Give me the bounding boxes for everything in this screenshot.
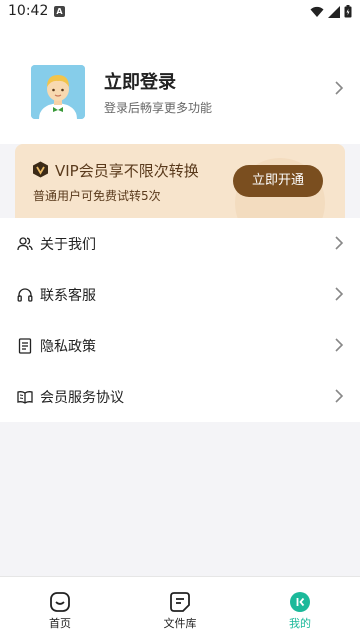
login-title[interactable]: 立即登录 [104, 68, 176, 94]
chevron-right-icon [335, 338, 344, 352]
chevron-right-icon [335, 389, 344, 403]
status-icons [310, 5, 352, 18]
menu-list: 关于我们 联系客服 隐私政策 会员服务协议 [0, 218, 360, 422]
vip-crown-icon [33, 161, 48, 178]
vip-banner-wrap: VIP会员享不限次转换 普通用户可免费试转5次 立即开通 [0, 144, 360, 220]
vip-subtitle: 普通用户可免费试转5次 [33, 189, 161, 203]
login-subtitle: 登录后畅享更多功能 [104, 101, 213, 115]
battery-icon [344, 5, 352, 18]
signal-icon [328, 5, 340, 18]
chevron-right-icon [335, 287, 344, 301]
menu-item-label: 关于我们 [40, 237, 96, 253]
menu-item-label: 联系客服 [40, 288, 96, 304]
nav-label: 我的 [289, 617, 311, 630]
bottom-nav: 首页 文件库 我的 [0, 576, 360, 640]
nav-label: 首页 [49, 617, 71, 630]
vip-banner[interactable]: VIP会员享不限次转换 普通用户可免费试转5次 立即开通 [15, 144, 345, 218]
profile-header[interactable]: 立即登录 登录后畅享更多功能 [0, 24, 360, 144]
file-library-icon [170, 592, 190, 612]
headset-icon [17, 288, 33, 302]
menu-item-contact-support[interactable]: 联系客服 [0, 269, 360, 320]
vip-title: VIP会员享不限次转换 [55, 162, 199, 180]
home-icon [50, 592, 70, 612]
menu-item-privacy-policy[interactable]: 隐私政策 [0, 320, 360, 371]
avatar[interactable] [31, 65, 85, 119]
notification-icon: A [54, 6, 65, 17]
user-group-icon [17, 237, 33, 251]
status-bar: 10:42 A [0, 0, 360, 24]
menu-item-about-us[interactable]: 关于我们 [0, 218, 360, 269]
wifi-icon [310, 6, 324, 17]
status-time: 10:42 [8, 3, 49, 19]
nav-item-file-library[interactable]: 文件库 [120, 577, 240, 640]
menu-item-label: 会员服务协议 [40, 390, 124, 406]
avatar-boy-icon [31, 65, 85, 119]
chevron-right-icon [335, 236, 344, 250]
activate-vip-button[interactable]: 立即开通 [233, 165, 323, 197]
chevron-right-icon [335, 81, 344, 95]
open-book-icon [17, 391, 33, 404]
nav-item-mine[interactable]: 我的 [240, 577, 360, 640]
menu-item-label: 隐私政策 [40, 339, 96, 355]
menu-item-membership-agreement[interactable]: 会员服务协议 [0, 371, 360, 422]
screen: 10:42 A 立即登录 登录后畅享更多功能 VIP会员享不限次转换 普通用户可… [0, 0, 360, 640]
nav-item-home[interactable]: 首页 [0, 577, 120, 640]
document-icon [18, 338, 32, 354]
nav-label: 文件库 [163, 617, 197, 630]
profile-icon [290, 592, 310, 612]
